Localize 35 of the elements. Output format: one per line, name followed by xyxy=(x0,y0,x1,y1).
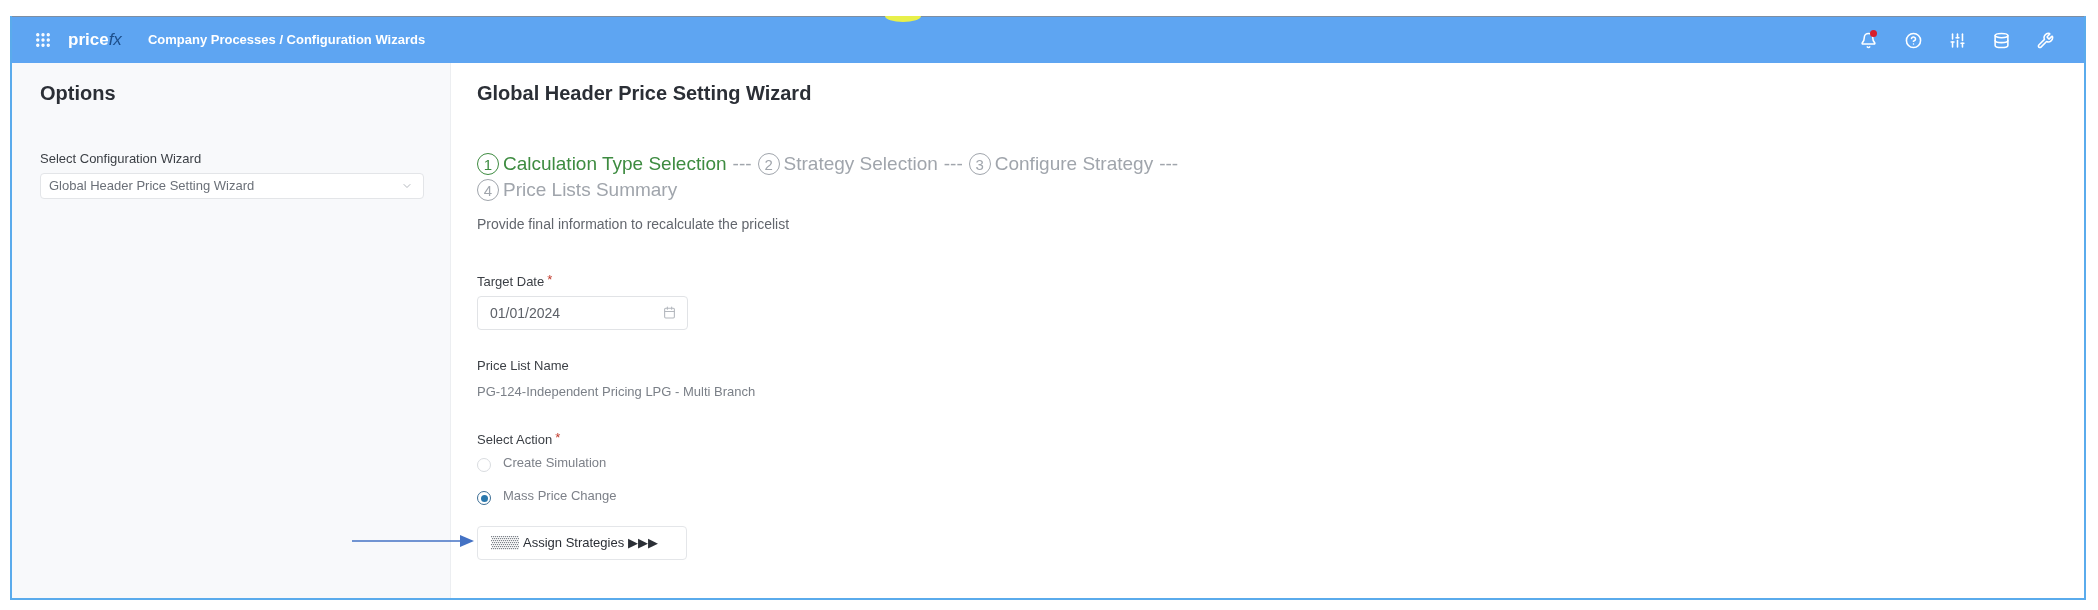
wrench-icon[interactable] xyxy=(2036,31,2054,49)
required-mark: * xyxy=(547,274,553,286)
sliders-icon[interactable] xyxy=(1948,31,1966,49)
field-label: Select Action xyxy=(477,432,553,448)
field-label: Price List Name xyxy=(477,358,569,374)
radio-label: Create Simulation xyxy=(503,454,607,473)
step-separator: --- xyxy=(943,152,963,176)
step-label[interactable]: Price Lists Summary xyxy=(503,177,678,203)
step-label[interactable]: Strategy Selection xyxy=(783,151,938,177)
brand-logo: pricefx xyxy=(68,30,122,50)
field-label: Target Date xyxy=(477,274,545,290)
panel-title: Options xyxy=(40,81,117,105)
date-input[interactable]: 01/01/2024 xyxy=(477,296,688,330)
dotted-pattern-icon xyxy=(491,536,519,550)
step-separator: --- xyxy=(1159,152,1179,176)
required-mark: * xyxy=(555,432,561,444)
radio-button[interactable] xyxy=(477,491,491,505)
calendar-icon xyxy=(663,306,676,319)
assign-strategies-button[interactable]: Assign Strategies ▶▶▶ xyxy=(477,526,687,560)
database-icon[interactable] xyxy=(1992,31,2010,49)
step-separator: --- xyxy=(732,152,752,176)
breadcrumb: Company Processes / Configuration Wizards xyxy=(147,31,426,50)
bell-icon xyxy=(1859,31,1877,49)
help-icon[interactable] xyxy=(1904,31,1922,49)
page-title: Global Header Price Setting Wizard xyxy=(477,81,813,105)
field-label: Select Configuration Wizard xyxy=(40,151,202,167)
step-label[interactable]: Configure Strategy xyxy=(994,151,1154,177)
notifications-button[interactable] xyxy=(1858,30,1878,50)
cursor-highlight-icon xyxy=(885,16,921,22)
description: Provide final information to recalculate the pricelist xyxy=(477,215,791,233)
step-label[interactable]: Calculation Type Selection xyxy=(503,151,727,177)
wizard-select[interactable]: Global Header Price Setting Wizard xyxy=(40,173,424,199)
app-grid-icon[interactable] xyxy=(34,31,52,49)
field-value: PG-124-Independent Pricing LPG - Multi Branch xyxy=(477,384,757,400)
radio-label: Mass Price Change xyxy=(503,487,617,506)
